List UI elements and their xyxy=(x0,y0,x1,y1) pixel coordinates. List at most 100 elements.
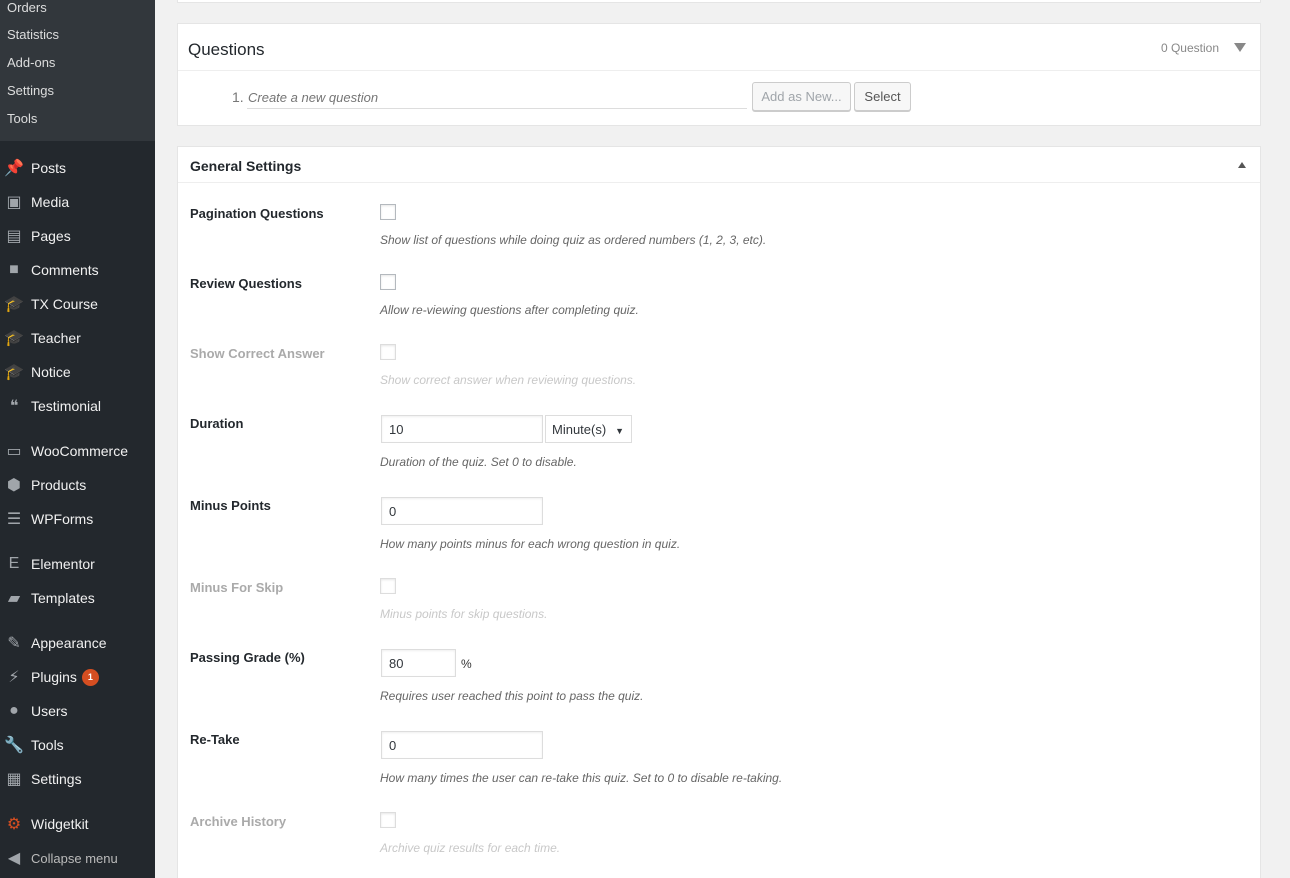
form-icon: ☰ xyxy=(6,511,22,528)
passing-grade-input[interactable]: 80 xyxy=(381,649,456,677)
archive-history-label: Archive History xyxy=(190,814,287,829)
submenu-item-statistics[interactable]: Statistics xyxy=(7,27,59,42)
sidebar-item-plugins[interactable]: ⚡ Plugins 1 xyxy=(0,662,155,692)
sidebar-item-label: Templates xyxy=(31,590,95,606)
pagination-questions-desc: Show list of questions while doing quiz … xyxy=(380,233,767,247)
show-correct-answer-desc: Show correct answer when reviewing quest… xyxy=(380,373,637,387)
sidebar-item-woocommerce[interactable]: ▭ WooCommerce xyxy=(0,436,155,466)
sidebar-item-templates[interactable]: ▰ Templates xyxy=(0,583,155,613)
duration-unit-value: Minute(s) xyxy=(552,421,607,437)
pushpin-icon: 📌 xyxy=(4,160,24,177)
admin-sidebar: Orders Statistics Add-ons Settings Tools… xyxy=(0,0,155,878)
general-settings-header[interactable]: General Settings xyxy=(178,147,1260,183)
passing-grade-label: Passing Grade (%) xyxy=(190,650,305,665)
update-count-badge: 1 xyxy=(81,668,99,686)
add-as-new-button[interactable]: Add as New... xyxy=(752,82,851,111)
box-icon: ⬢ xyxy=(7,477,21,494)
sidebar-item-label: WooCommerce xyxy=(31,443,128,459)
submenu-item-tools[interactable]: Tools xyxy=(7,111,37,126)
sidebar-item-comments[interactable]: ■ Comments xyxy=(0,255,155,285)
pagination-questions-checkbox[interactable] xyxy=(380,204,396,220)
graduation-cap-icon: 🎓 xyxy=(4,364,24,381)
quote-icon: ❝ xyxy=(9,398,19,415)
folder-icon: ▰ xyxy=(7,590,21,607)
archive-history-desc: Archive quiz results for each time. xyxy=(380,841,561,855)
sidebar-item-label: Settings xyxy=(31,771,82,787)
select-button[interactable]: Select xyxy=(854,82,911,111)
questions-header[interactable]: Questions 0 Question xyxy=(178,24,1260,71)
minus-points-desc: How many points minus for each wrong que… xyxy=(380,537,681,551)
questions-metabox: Questions 0 Question 1. Add as New... Se… xyxy=(177,23,1261,126)
sidebar-item-products[interactable]: ⬢ Products xyxy=(0,470,155,500)
sidebar-item-label: Media xyxy=(31,194,70,210)
sidebar-item-label: Notice xyxy=(31,364,71,380)
toggle-down-icon[interactable] xyxy=(1234,43,1246,52)
minus-for-skip-desc: Minus points for skip questions. xyxy=(380,607,548,621)
collapse-menu-button[interactable]: ◀ Collapse menu xyxy=(0,843,155,873)
minus-for-skip-label: Minus For Skip xyxy=(190,580,284,595)
pages-icon: ▤ xyxy=(6,228,22,245)
sidebar-item-tools[interactable]: 🔧 Tools xyxy=(0,730,155,760)
retake-desc: How many times the user can re-take this… xyxy=(380,771,783,785)
sidebar-item-label: Tools xyxy=(31,737,64,753)
sidebar-item-pages[interactable]: ▤ Pages xyxy=(0,221,155,251)
plug-icon: ⚡ xyxy=(8,669,20,686)
review-questions-desc: Allow re-viewing questions after complet… xyxy=(380,303,639,317)
general-settings-title: General Settings xyxy=(190,158,302,174)
top-metabox xyxy=(177,0,1261,3)
sidebar-item-notice[interactable]: 🎓 Notice xyxy=(0,357,155,387)
sidebar-item-posts[interactable]: 📌 Posts xyxy=(0,153,155,183)
woocommerce-icon: ▭ xyxy=(6,443,22,460)
wrench-icon: 🔧 xyxy=(4,737,24,754)
elementor-icon: E xyxy=(8,555,20,572)
duration-desc: Duration of the quiz. Set 0 to disable. xyxy=(380,455,577,469)
submenu-item-addons[interactable]: Add-ons xyxy=(7,55,55,70)
minus-for-skip-checkbox xyxy=(380,578,396,594)
sidebar-item-testimonial[interactable]: ❝ Testimonial xyxy=(0,391,155,421)
sidebar-item-widgetkit[interactable]: ⚙ Widgetkit xyxy=(0,809,155,839)
user-icon: ● xyxy=(9,702,19,719)
new-question-input[interactable] xyxy=(247,87,747,109)
sidebar-item-label: Comments xyxy=(31,262,99,278)
sidebar-item-settings[interactable]: ▦ Settings xyxy=(0,764,155,794)
passing-grade-desc: Requires user reached this point to pass… xyxy=(380,689,644,703)
collapse-up-icon[interactable] xyxy=(1238,162,1246,168)
sidebar-item-label: Pages xyxy=(31,228,71,244)
retake-input[interactable]: 0 xyxy=(381,731,543,759)
sidebar-item-users[interactable]: ● Users xyxy=(0,696,155,726)
general-settings-metabox: General Settings Pagination Questions Sh… xyxy=(177,146,1261,878)
review-questions-label: Review Questions xyxy=(190,276,302,291)
sidebar-item-label: Widgetkit xyxy=(31,816,89,832)
sidebar-item-label: Products xyxy=(31,477,87,493)
sidebar-item-teacher[interactable]: 🎓 Teacher xyxy=(0,323,155,353)
retake-label: Re-Take xyxy=(190,732,240,747)
sidebar-item-label: Posts xyxy=(31,160,67,176)
brush-icon: ✎ xyxy=(7,635,21,652)
sidebar-item-elementor[interactable]: E Elementor xyxy=(0,549,155,579)
sidebar-item-label: Plugins xyxy=(31,669,77,685)
pagination-questions-label: Pagination Questions xyxy=(190,206,324,221)
sidebar-item-media[interactable]: ▣ Media xyxy=(0,187,155,217)
sidebar-item-tx-course[interactable]: 🎓 TX Course xyxy=(0,289,155,319)
submenu-item-orders[interactable]: Orders xyxy=(7,0,47,15)
duration-input[interactable]: 10 xyxy=(381,415,543,443)
sidebar-item-appearance[interactable]: ✎ Appearance xyxy=(0,628,155,658)
sidebar-item-label: Teacher xyxy=(31,330,81,346)
dropdown-arrow-icon: ▼ xyxy=(615,426,624,436)
archive-history-checkbox xyxy=(380,812,396,828)
sidebar-item-label: Users xyxy=(31,703,68,719)
sidebar-item-label: WPForms xyxy=(31,511,94,527)
submenu-item-settings[interactable]: Settings xyxy=(7,83,54,98)
duration-unit-select[interactable]: Minute(s) ▼ xyxy=(545,415,632,443)
question-count: 0 Question xyxy=(1160,41,1219,55)
show-correct-answer-label: Show Correct Answer xyxy=(190,346,325,361)
minus-points-input[interactable]: 0 xyxy=(381,497,543,525)
sidebar-item-label: Elementor xyxy=(31,556,95,572)
questions-title: Questions xyxy=(188,40,265,59)
sidebar-item-wpforms[interactable]: ☰ WPForms xyxy=(0,504,155,534)
passing-grade-unit: % xyxy=(461,657,472,671)
submenu: Orders Statistics Add-ons Settings Tools xyxy=(0,0,155,141)
review-questions-checkbox[interactable] xyxy=(380,274,396,290)
sidebar-item-label: Testimonial xyxy=(31,398,102,414)
sidebar-item-label: Appearance xyxy=(31,635,107,651)
